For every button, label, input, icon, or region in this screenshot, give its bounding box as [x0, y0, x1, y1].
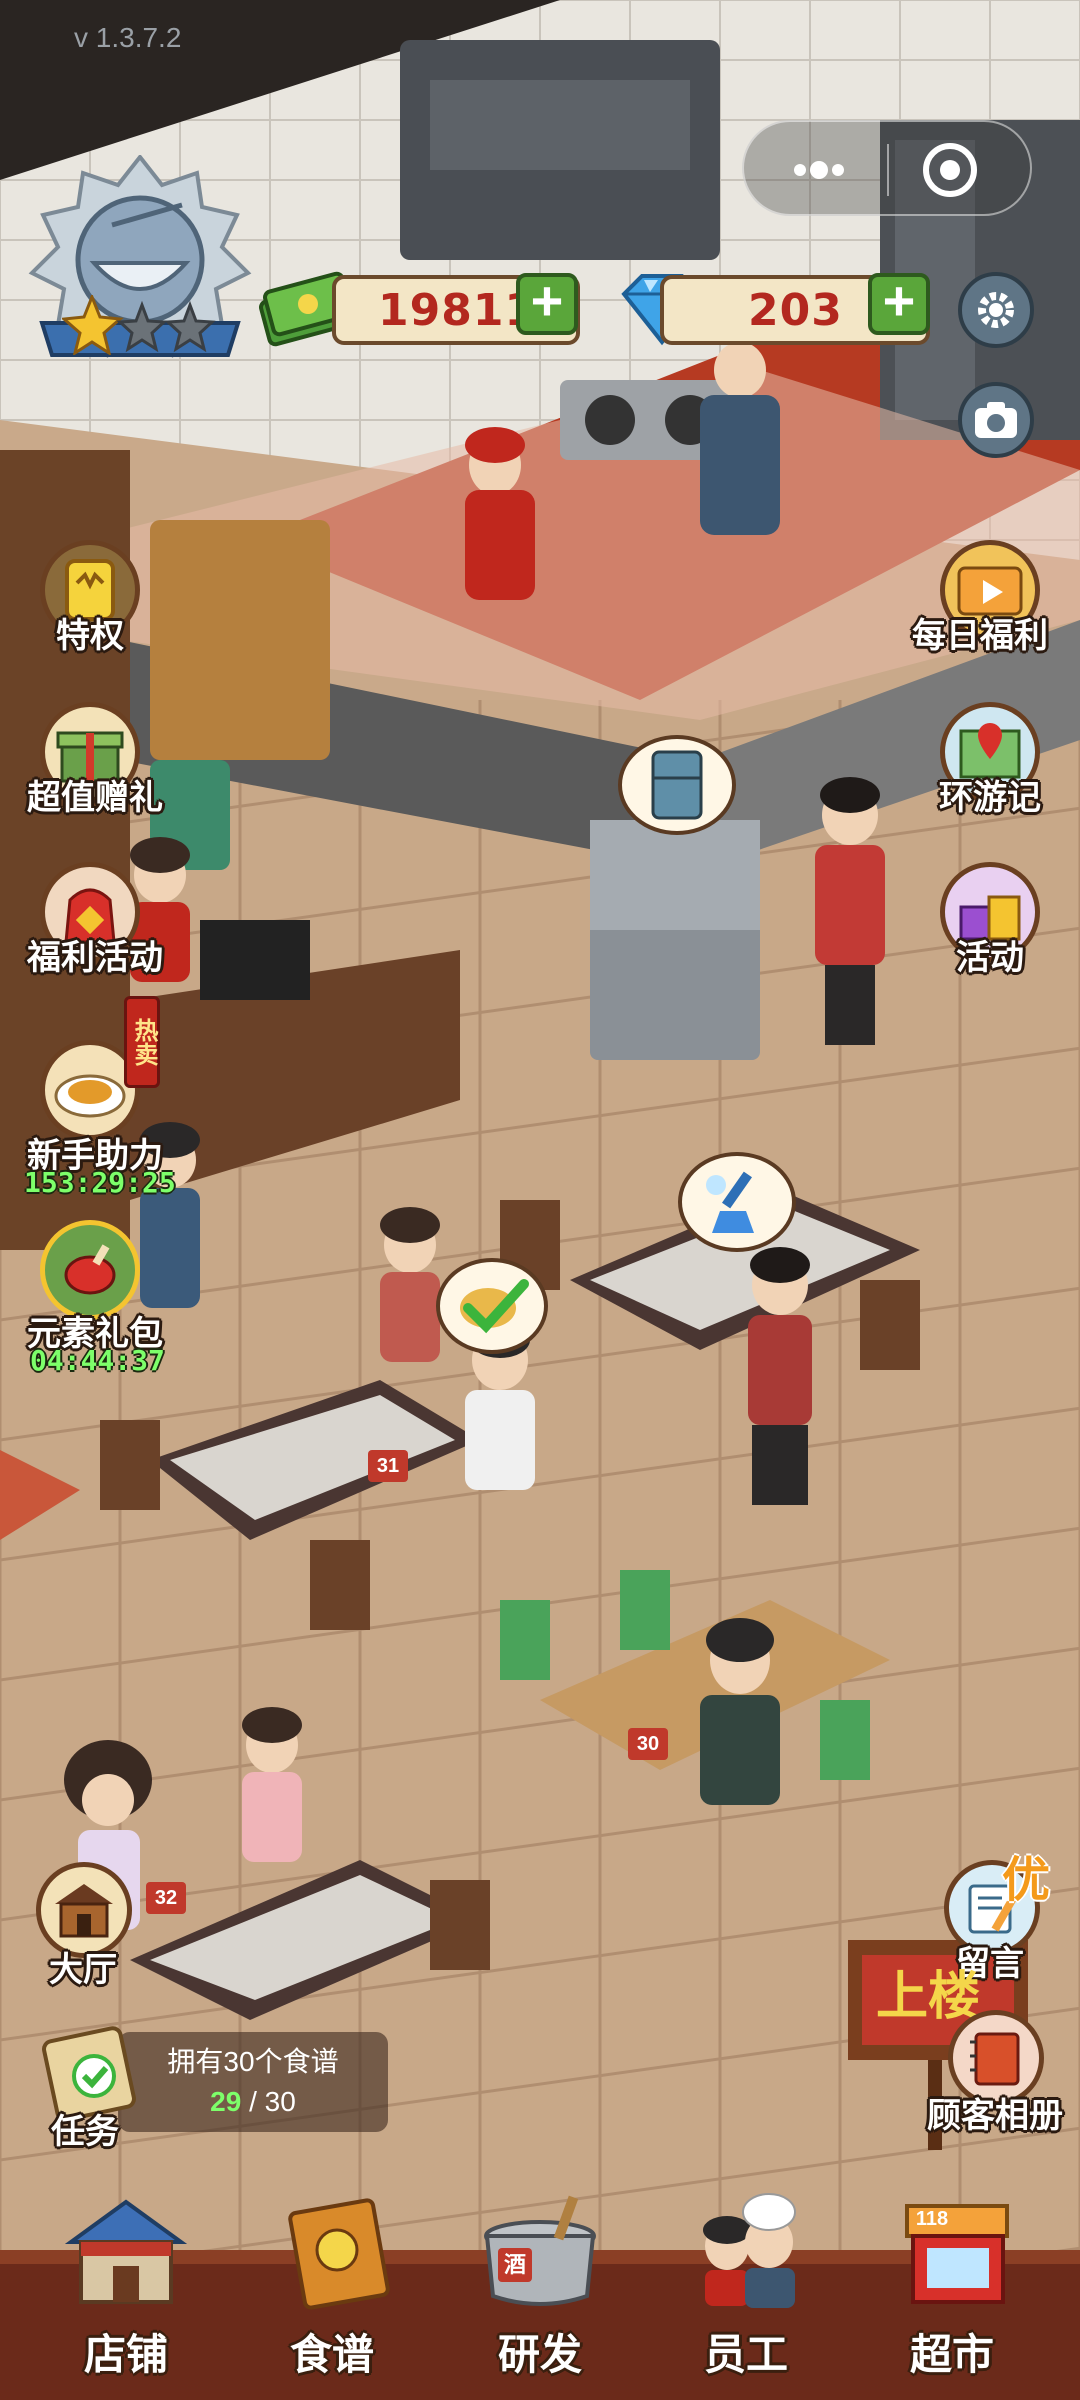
element-pack-button[interactable]: 元素礼包 04:44:37	[10, 1220, 190, 1377]
order-served-bubble	[436, 1258, 548, 1354]
nav-staff[interactable]: 员工	[646, 2186, 846, 2382]
travel-log-button[interactable]: 环游记	[900, 702, 1080, 822]
nav-shop[interactable]: 店铺	[26, 2186, 226, 2382]
fridge-bubble[interactable]	[618, 735, 736, 835]
broom-icon	[706, 1171, 754, 1233]
waitress-character	[815, 777, 885, 1045]
task-progress: 29 / 30	[118, 2086, 388, 2118]
cash-value: 19811	[378, 285, 537, 336]
waiter-character	[748, 1247, 812, 1505]
clean-table-bubble[interactable]	[678, 1152, 796, 1252]
cash-bar: 19811 +	[332, 273, 580, 345]
bottom-nav: 店铺 食谱 酒 研发 员工 118 超市	[0, 2170, 1080, 2400]
left-menu: 特权 超值赠礼 福利活动 热卖 新手助力 153:29:25 元素礼包 04:4…	[0, 540, 190, 1377]
customer-character	[242, 1707, 302, 1862]
hall-label: 大厅	[49, 1951, 117, 1989]
element-pack-timer: 04:44:37	[30, 1344, 165, 1377]
close-miniprogram-button[interactable]	[920, 140, 980, 200]
welfare-event-button[interactable]: 福利活动	[10, 862, 180, 982]
miniprogram-capsule	[742, 120, 1032, 216]
cook-character	[700, 342, 780, 535]
staff-chef-icon	[703, 2193, 796, 2308]
newbie-help-timer: 153:29:25	[24, 1166, 176, 1199]
supermarket-number: 118	[915, 2208, 949, 2230]
right-menu: 每日福利 环游记 活动	[900, 540, 1080, 1000]
nav-staff-label: 员工	[703, 2331, 788, 2378]
hot-sale-tag: 热卖	[124, 996, 160, 1088]
hall-button[interactable]: 大厅	[28, 1862, 158, 1992]
value-gift-button[interactable]: 超值赠礼	[10, 702, 180, 822]
version-label: v 1.3.7.2	[74, 22, 182, 53]
task-progress-total: 30	[264, 2086, 296, 2117]
shop-house-icon	[64, 2199, 188, 2304]
screenshot-button[interactable]	[958, 382, 1034, 458]
diamond-bar: 203 +	[660, 273, 930, 345]
rating-stars	[60, 292, 222, 357]
target-close-icon	[923, 143, 977, 197]
nav-shop-label: 店铺	[83, 2331, 168, 2378]
nav-supermarket-label: 超市	[909, 2331, 994, 2378]
welfare-event-label: 福利活动	[27, 939, 163, 977]
gear-icon	[978, 292, 1014, 328]
daily-welfare-button[interactable]: 每日福利	[900, 540, 1080, 660]
element-pack-icon-wrap	[40, 1220, 140, 1320]
table-number-tag: 30	[628, 1728, 668, 1760]
task-progress-box: 拥有30个食谱 29 / 30	[118, 2032, 388, 2132]
activity-label: 活动	[956, 939, 1024, 977]
camera-icon	[975, 402, 1017, 438]
task-title: 拥有30个食谱	[167, 2046, 339, 2077]
nav-recipes-label: 食谱	[289, 2331, 374, 2378]
photo-album-icon	[970, 2032, 1020, 2086]
game-scene: 31 30 32 v 1.3.7.2 19811 + 203 + 特权 超值赠礼…	[0, 0, 1080, 2400]
recipe-book-icon	[288, 2198, 390, 2310]
more-dots-icon	[794, 161, 844, 179]
customer-character	[700, 1618, 780, 1805]
supermarket-icon	[905, 2204, 1009, 2304]
add-cash-button[interactable]: +	[516, 273, 578, 335]
more-menu-button[interactable]	[784, 152, 854, 188]
privilege-label: 特权	[56, 617, 124, 655]
value-gift-label: 超值赠礼	[27, 779, 163, 817]
add-diamond-button[interactable]: +	[868, 273, 930, 335]
travel-log-label: 环游记	[939, 779, 1041, 817]
restaurant-rating-badge[interactable]	[22, 153, 258, 365]
task-panel[interactable]: 拥有30个食谱 29 / 30 任务	[30, 2020, 390, 2151]
food-plate-icon	[54, 1074, 126, 1118]
customer-album-button[interactable]: 顾客相册	[910, 2000, 1080, 2140]
check-icon	[460, 1279, 529, 1334]
activity-button[interactable]: 活动	[900, 862, 1080, 982]
task-progress-sep: /	[249, 2086, 257, 2117]
nav-supermarket[interactable]: 118 超市	[852, 2186, 1052, 2382]
daily-welfare-label: 每日福利	[912, 617, 1048, 655]
pot-badge: 酒	[498, 2248, 532, 2282]
customer-character	[380, 1207, 440, 1362]
newbie-help-button[interactable]: 热卖 新手助力 153:29:25	[10, 996, 190, 1199]
diamond-value: 203	[748, 285, 843, 336]
nav-research[interactable]: 酒 研发	[440, 2186, 640, 2382]
meat-icon	[64, 1244, 116, 1295]
nav-research-label: 研发	[497, 2331, 582, 2378]
cooking-pot-icon	[484, 2195, 596, 2306]
nav-recipes[interactable]: 食谱	[232, 2186, 432, 2382]
capsule-divider	[887, 144, 889, 196]
fridge-icon	[651, 750, 703, 820]
task-label: 任务	[51, 2113, 119, 2151]
privilege-button[interactable]: 特权	[30, 540, 170, 660]
task-progress-current: 29	[210, 2086, 242, 2117]
settings-button[interactable]	[958, 272, 1034, 348]
table-number-tag: 31	[368, 1450, 408, 1482]
premium-badge: 优	[1002, 1854, 1051, 1907]
restaurant-front-icon	[55, 1884, 113, 1938]
chef-character	[465, 427, 535, 600]
star-icon	[60, 292, 216, 357]
customer-album-label: 顾客相册	[927, 2097, 1063, 2135]
